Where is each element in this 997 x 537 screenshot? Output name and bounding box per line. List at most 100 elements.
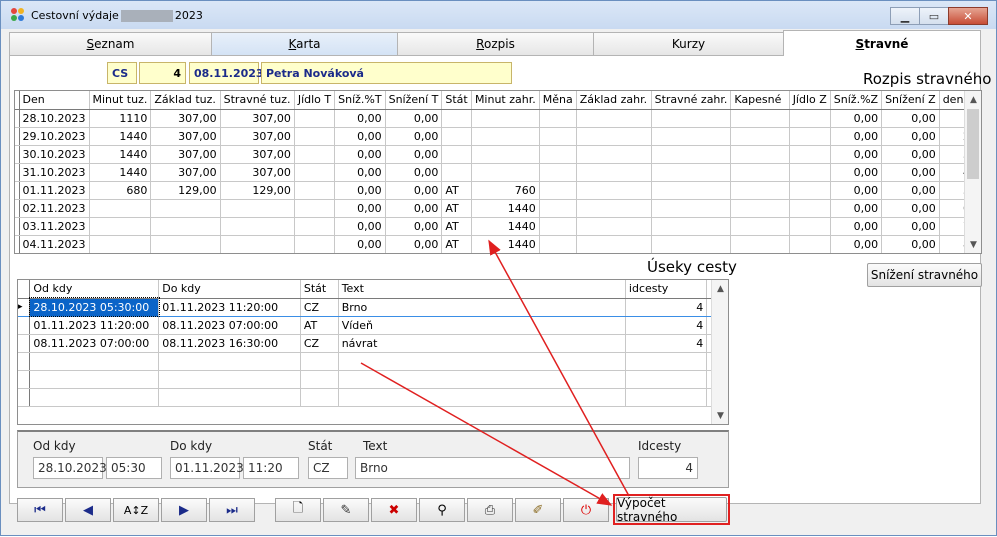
table-cell[interactable]: 0,00 [385,199,443,218]
sort-button[interactable]: A↕Z [113,498,159,522]
table-cell[interactable]: 0,00 [385,127,443,146]
table-cell[interactable] [789,109,831,128]
od-date-field[interactable]: 28.10.2023 [33,457,107,479]
print-button[interactable]: ⎙ [467,498,513,522]
column-header[interactable]: Minut tuz. [89,91,152,110]
table-cell[interactable] [300,352,339,371]
table-cell[interactable] [576,109,652,128]
table-cell[interactable]: 129,00 [150,181,221,200]
table-cell[interactable] [789,181,831,200]
table-cell[interactable]: 30.10.2023 [19,145,90,164]
column-header[interactable]: Základ zahr. [576,91,652,110]
table-cell[interactable]: 1440 [471,199,540,218]
table-cell[interactable] [539,109,577,128]
table-cell[interactable]: 1440 [89,145,152,164]
table-cell[interactable] [576,199,652,218]
table-cell[interactable]: 0,00 [334,127,386,146]
table-cell[interactable] [651,163,732,182]
table-cell[interactable]: 03.11.2023 [19,217,90,236]
table-cell[interactable]: 0,00 [881,235,940,253]
column-header[interactable]: Stát [441,91,472,110]
column-header[interactable]: Snížení Z [881,91,940,110]
table-cell[interactable]: 0,00 [881,181,940,200]
table-cell[interactable]: 29.10.2023 [19,127,90,146]
table-cell[interactable] [29,388,160,407]
table-cell[interactable] [730,181,790,200]
table-cell[interactable] [158,370,301,389]
previous-record-button[interactable]: ◀ [65,498,111,522]
table-cell[interactable]: 0,00 [881,199,940,218]
text-field[interactable]: Brno [355,457,630,479]
table-cell[interactable] [89,235,152,253]
table-cell[interactable]: 307,00 [150,109,221,128]
trip-segments-grid[interactable]: Od kdy Do kdy Stát Text idcesty ▸ 28.10.2023 … [17,279,729,425]
table-cell[interactable]: 01.11.2023 11:20:00 [29,316,160,335]
table-cell[interactable]: 0,00 [881,163,940,182]
table-cell[interactable] [576,145,652,164]
table-cell[interactable] [789,217,831,236]
table-cell[interactable]: 0,00 [334,145,386,164]
meal-allowance-grid[interactable]: Den Minut tuz. Základ tuz. Stravné tuz. Jídl… [14,90,982,254]
od-time-field[interactable]: 05:30 [106,457,162,479]
table-cell[interactable] [89,199,152,218]
reduce-allowance-button[interactable]: Snížení stravného [867,263,982,287]
tab-karta[interactable]: Karta [211,32,397,56]
column-header[interactable]: Den [19,91,90,110]
table-cell[interactable] [576,127,652,146]
table-cell[interactable] [539,217,577,236]
table-cell[interactable] [294,199,336,218]
table-cell[interactable] [471,109,540,128]
table-cell[interactable] [730,109,790,128]
table-cell[interactable] [576,181,652,200]
table-cell[interactable]: 1440 [471,217,540,236]
table-cell[interactable]: 0,00 [881,217,940,236]
table-cell[interactable] [338,370,626,389]
table-cell[interactable] [150,235,221,253]
table-cell[interactable] [625,352,708,371]
table-cell[interactable]: 307,00 [220,163,295,182]
table-cell[interactable]: 0,00 [385,235,443,253]
table-cell[interactable]: 307,00 [150,127,221,146]
idcesty-field[interactable]: 4 [638,457,698,479]
first-record-button[interactable]: ⏮ [17,498,63,522]
table-cell[interactable] [730,217,790,236]
column-header[interactable]: Od kdy [29,280,160,299]
table-row[interactable]: 01.11.2023 11:20:00 08.11.2023 07:00:00 AT… [18,316,728,335]
column-header[interactable]: Snížení T [385,91,443,110]
table-cell[interactable] [730,199,790,218]
table-cell[interactable] [730,145,790,164]
table-cell[interactable] [89,217,152,236]
table-cell[interactable] [576,217,652,236]
row-indicator[interactable] [18,316,31,335]
table-cell[interactable]: 0,00 [830,217,883,236]
table-cell[interactable]: AT [441,181,472,200]
vertical-scrollbar[interactable]: ▲ ▼ [964,91,981,253]
table-cell[interactable] [651,235,732,253]
column-header[interactable]: Stravné zahr. [651,91,732,110]
table-cell[interactable]: 0,00 [830,235,883,253]
table-cell[interactable] [158,388,301,407]
table-cell[interactable] [150,199,221,218]
table-row[interactable]: 30.10.2023 1440 307,00 307,00 0,00 0,00 0,00 0,… [15,145,981,164]
table-cell[interactable] [220,235,295,253]
table-cell[interactable]: 0,00 [830,181,883,200]
table-cell[interactable] [651,127,732,146]
table-cell[interactable]: 1440 [89,127,152,146]
table-row[interactable] [18,352,728,371]
new-record-button[interactable]: 🗋 [275,498,321,522]
table-cell[interactable]: 01.11.2023 [19,181,90,200]
scroll-up-icon[interactable]: ▲ [712,280,728,297]
table-cell[interactable]: 0,00 [881,109,940,128]
table-cell[interactable] [789,163,831,182]
table-cell[interactable]: 0,00 [334,217,386,236]
table-cell[interactable]: 1440 [89,163,152,182]
table-cell[interactable] [294,109,336,128]
table-cell[interactable]: 4 [625,316,708,335]
table-cell[interactable]: 307,00 [150,163,221,182]
column-header[interactable]: Sníž.%T [334,91,386,110]
table-row[interactable]: 02.11.20230,000,00AT14400,000,006 [15,199,981,218]
table-cell[interactable] [651,109,732,128]
table-cell[interactable]: návrat [338,334,626,353]
column-header[interactable]: Jídlo Z [789,91,831,110]
table-cell[interactable] [789,145,831,164]
